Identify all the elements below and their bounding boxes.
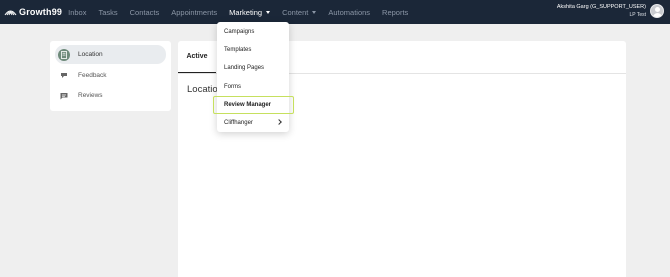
chevron-right-icon xyxy=(276,119,282,125)
sidebar-item-label: Feedback xyxy=(78,72,107,79)
menu-item-campaigns[interactable]: Campaigns xyxy=(217,23,289,41)
brand-name: Growth99 xyxy=(19,7,63,17)
menu-item-cliffhanger[interactable]: Cliffhanger xyxy=(217,114,289,132)
settings-sidebar: Location Feedback Reviews xyxy=(50,41,171,111)
sidebar-item-label: Reviews xyxy=(78,92,103,99)
user-name: Akshita Garg (G_SUPPORT_USER) xyxy=(556,4,646,10)
nav-appointments[interactable]: Appointments xyxy=(171,8,217,17)
sidebar-item-label: Location xyxy=(78,51,103,58)
nav-reports[interactable]: Reports xyxy=(382,8,408,17)
menu-item-label: Cliffhanger xyxy=(224,120,253,126)
nav-automations[interactable]: Automations xyxy=(328,8,370,17)
user-location: LP Test xyxy=(629,12,647,18)
review-manager-highlight xyxy=(213,96,294,114)
marketing-dropdown-menu: Campaigns Templates Landing Pages Forms … xyxy=(217,22,289,132)
menu-item-landing-pages[interactable]: Landing Pages xyxy=(217,59,289,77)
nav-label: Contacts xyxy=(129,7,160,17)
brand-icon xyxy=(4,10,17,16)
nav-tasks[interactable]: Tasks xyxy=(98,8,117,17)
nav-inbox[interactable]: Inbox xyxy=(68,8,86,17)
avatar-head xyxy=(655,7,660,12)
tab-active[interactable]: Active xyxy=(178,41,216,74)
top-navbar: Growth99 Inbox Tasks Contacts Appointmen… xyxy=(0,0,670,24)
caret-down-icon xyxy=(312,10,317,14)
nav-label: Reports xyxy=(382,7,409,17)
caret-down-icon xyxy=(266,10,271,14)
sidebar-item-location[interactable]: Location xyxy=(55,45,166,64)
nav-content[interactable]: Content xyxy=(282,7,317,17)
nav-label: Inbox xyxy=(68,7,87,17)
user-info[interactable]: Akshita Garg (G_SUPPORT_USER) LP Test xyxy=(557,3,646,19)
menu-item-label: Templates xyxy=(224,47,252,53)
menu-item-forms[interactable]: Forms xyxy=(217,78,289,96)
nav-label: Appointments xyxy=(171,7,218,17)
nav-marketing[interactable]: Marketing xyxy=(229,7,271,17)
menu-item-label: Campaigns xyxy=(224,29,255,35)
building-icon xyxy=(58,48,70,61)
menu-item-templates[interactable]: Templates xyxy=(217,41,289,59)
sidebar-item-reviews[interactable]: Reviews xyxy=(55,86,166,105)
avatar-body xyxy=(653,13,662,17)
sidebar-item-feedback[interactable]: Feedback xyxy=(55,66,166,85)
feedback-icon xyxy=(58,70,70,82)
nav-label: Marketing xyxy=(229,7,263,17)
nav-label: Tasks xyxy=(98,7,118,17)
nav-contacts[interactable]: Contacts xyxy=(130,8,160,17)
menu-item-label: Landing Pages xyxy=(224,65,265,71)
brand-logo[interactable]: Growth99 xyxy=(4,7,62,17)
menu-item-label: Forms xyxy=(224,84,241,90)
nav-label: Automations xyxy=(328,7,371,17)
main-nav: Inbox Tasks Contacts Appointments Market… xyxy=(68,8,420,17)
nav-label: Content xyxy=(282,7,309,17)
avatar[interactable] xyxy=(650,4,664,18)
chat-icon xyxy=(58,90,70,102)
